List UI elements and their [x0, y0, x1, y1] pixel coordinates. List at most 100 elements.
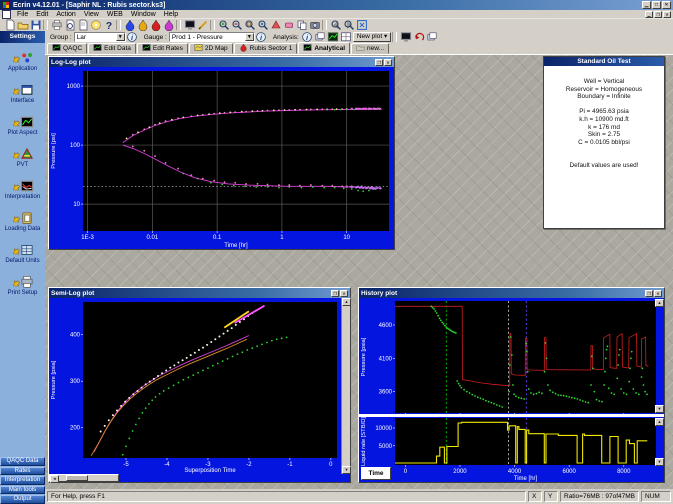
new-document-icon[interactable]: [3, 20, 16, 31]
tab-analytical[interactable]: Analytical: [298, 42, 350, 54]
menu-web[interactable]: WEB: [103, 11, 127, 18]
group-select[interactable]: Lar ▼: [74, 32, 126, 42]
layers-icon[interactable]: [314, 32, 327, 43]
close-button[interactable]: ✕: [662, 1, 671, 9]
minimize-button[interactable]: ▁: [642, 1, 651, 9]
display-settings-icon[interactable]: [183, 20, 196, 31]
menu-window[interactable]: Window: [127, 11, 160, 18]
plot-close-icon[interactable]: ✕: [654, 290, 662, 297]
result-line: [544, 101, 664, 109]
history-title-bar[interactable]: History plot ❐ ✕: [359, 288, 664, 298]
eraser-icon[interactable]: [282, 20, 295, 31]
mdi-child-icon[interactable]: [2, 10, 11, 19]
plot-restore-icon[interactable]: ❐: [645, 290, 653, 297]
panel-separator[interactable]: [359, 414, 664, 417]
plot-close-icon[interactable]: ✕: [384, 59, 392, 66]
chevron-down-icon[interactable]: ▼: [116, 33, 125, 41]
info-icon[interactable]: i: [301, 32, 314, 43]
semilog-horizontal-scrollbar[interactable]: ◄: [49, 474, 119, 482]
gauge-info-icon[interactable]: i: [255, 32, 268, 43]
svg-text:1000: 1000: [67, 84, 81, 90]
scroll-up-icon[interactable]: ▲: [655, 418, 664, 426]
zoom-reset-icon[interactable]: [256, 20, 269, 31]
print-preview-icon[interactable]: [63, 20, 76, 31]
sidebar-item-print-setup[interactable]: Print Setup: [0, 275, 45, 296]
zoom-in-icon[interactable]: [217, 20, 230, 31]
zoom-next-icon[interactable]: [342, 20, 355, 31]
loglog-title-bar[interactable]: Log-Log plot ❐ ✕: [49, 57, 394, 67]
sidebar-section-qaqc-data[interactable]: QAQC Data: [0, 457, 45, 466]
history-rate-chart[interactable]: 02000400060008000500010000Time [hr]Liqui…: [359, 417, 664, 482]
loglog-chart[interactable]: 1E-30.010.1110101001000Time [hr]Pressure…: [49, 67, 394, 249]
plot-close-icon[interactable]: ✕: [340, 290, 348, 297]
menu-file[interactable]: File: [13, 11, 32, 18]
svg-text:0: 0: [404, 469, 408, 475]
child-minimize-button[interactable]: ▁: [645, 11, 653, 18]
sidebar-item-label: Application: [8, 66, 37, 72]
sidebar-item-plot-aspect[interactable]: Plot Aspect: [0, 115, 45, 136]
semilog-title-bar[interactable]: Semi-Log plot ❐ ✕: [49, 288, 350, 298]
marker-icon[interactable]: [269, 20, 282, 31]
fit-window-icon[interactable]: [355, 20, 368, 31]
camera-icon[interactable]: [308, 20, 321, 31]
green-plot-icon[interactable]: [327, 32, 340, 43]
group-info-icon[interactable]: i: [126, 32, 139, 43]
sidebar-section-interpretation[interactable]: Interpretation: [0, 476, 45, 485]
tab-new-[interactable]: new...: [351, 43, 389, 54]
print-icon[interactable]: [50, 20, 63, 31]
menu-view[interactable]: View: [80, 11, 103, 18]
child-restore-button[interactable]: ❐: [654, 11, 662, 18]
help-icon[interactable]: ?: [102, 20, 115, 31]
new-plot-button[interactable]: New plot ▾: [353, 32, 391, 42]
plot-restore-icon[interactable]: ❐: [331, 290, 339, 297]
history-pressure-chart[interactable]: 360041004600Pressure [psia]: [359, 298, 664, 414]
semilog-chart[interactable]: -5-4-3-2-10200300400Superposition TimePr…: [49, 298, 341, 474]
page-setup-icon[interactable]: [76, 20, 89, 31]
grid-icon[interactable]: [340, 32, 353, 43]
scroll-down-icon[interactable]: ▼: [655, 458, 664, 466]
maximize-button[interactable]: □: [652, 1, 661, 9]
module-amethyst-drop-icon[interactable]: [162, 20, 175, 31]
tab-qaqc[interactable]: QAQC: [47, 43, 87, 54]
menu-help[interactable]: Help: [160, 11, 182, 18]
license-icon[interactable]: [89, 20, 102, 31]
plot-restore-icon[interactable]: ❐: [375, 59, 383, 66]
sidebar-section-output[interactable]: Output: [0, 495, 45, 504]
undo-icon[interactable]: [412, 32, 425, 43]
tab-rubis-sector-1[interactable]: Rubis Sector 1: [234, 43, 298, 54]
module-rubis-drop-icon[interactable]: [149, 20, 162, 31]
scroll-up-icon[interactable]: ▲: [655, 299, 664, 307]
menu-action[interactable]: Action: [52, 11, 79, 18]
module-topaze-drop-icon[interactable]: [136, 20, 149, 31]
gauge-select[interactable]: Prod 1 - Pressure ▼: [169, 32, 255, 42]
open-folder-icon[interactable]: [16, 20, 29, 31]
sidebar-item-pvt[interactable]: PVT: [0, 147, 45, 168]
menu-edit[interactable]: Edit: [32, 11, 52, 18]
sidebar-header[interactable]: Settings: [0, 31, 45, 43]
child-close-button[interactable]: ✕: [663, 11, 671, 18]
sidebar-item-interface[interactable]: Interface: [0, 83, 45, 104]
sidebar-item-default-units[interactable]: Default Units: [0, 243, 45, 264]
zoom-out-icon[interactable]: [230, 20, 243, 31]
semilog-vertical-scrollbar[interactable]: ▲ ▼: [341, 298, 350, 474]
sidebar-item-loading-data[interactable]: Loading Data: [0, 211, 45, 232]
sidebar-section-main-tools[interactable]: Main tools: [0, 486, 45, 495]
edit-tools-icon[interactable]: [196, 20, 209, 31]
sidebar-item-interpretation[interactable]: Interpretation: [0, 179, 45, 200]
tab-2d-map[interactable]: 2D Map: [189, 43, 233, 54]
save-icon[interactable]: [29, 20, 42, 31]
sidebar-section-rates[interactable]: Rates: [0, 467, 45, 476]
display-settings-icon[interactable]: [399, 32, 412, 43]
toolbar-separator: [322, 20, 327, 30]
zoom-prev-icon[interactable]: [329, 20, 342, 31]
copy-icon[interactable]: [295, 20, 308, 31]
tab-edit-data[interactable]: Edit Data: [88, 43, 136, 54]
sidebar-item-application[interactable]: Application: [0, 51, 45, 72]
module-saphir-drop-icon[interactable]: [123, 20, 136, 31]
time-axis-button[interactable]: Time: [361, 467, 391, 480]
chevron-down-icon[interactable]: ▼: [245, 33, 254, 41]
scroll-down-icon[interactable]: ▼: [655, 405, 664, 413]
layers-icon[interactable]: [425, 32, 438, 43]
zoom-window-icon[interactable]: [243, 20, 256, 31]
tab-edit-rates[interactable]: Edit Rates: [137, 43, 188, 54]
